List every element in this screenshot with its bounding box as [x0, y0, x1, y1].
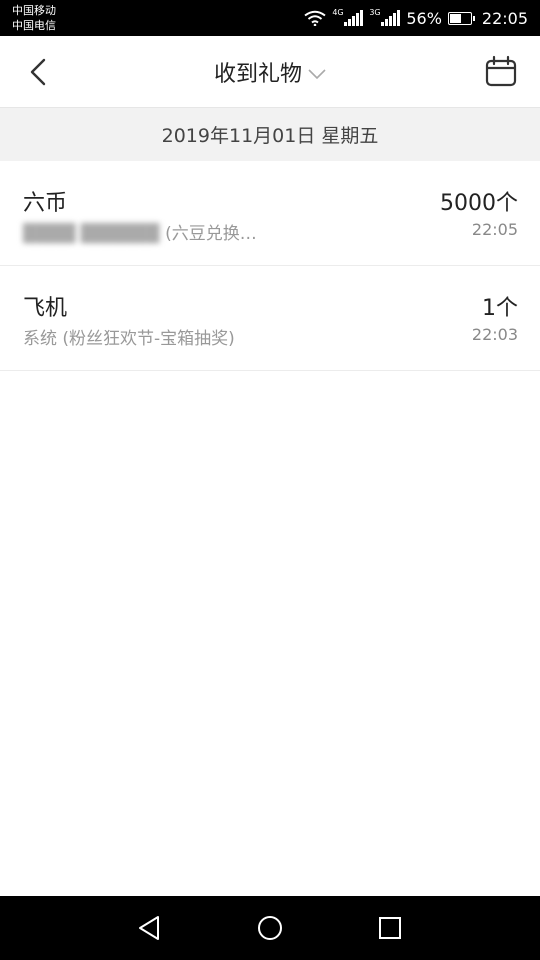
- signal-icon: 3G: [369, 8, 401, 26]
- chevron-down-icon: [308, 69, 326, 79]
- status-bar: 中国移动 中国电信 4G 3G 56% 22:05: [0, 0, 540, 36]
- gift-count: 1个: [482, 296, 518, 321]
- list-item[interactable]: 飞机 1个 系统 (粉丝狂欢节-宝箱抽奖) 22:03: [0, 266, 540, 371]
- page-title: 收到礼物: [213, 62, 302, 87]
- header: 收到礼物: [0, 36, 540, 108]
- wifi-icon: [304, 10, 326, 26]
- nav-recent-icon[interactable]: [374, 912, 406, 944]
- gift-list: 六币 5000个 ████ ██████ (六豆兑换… 22:05 飞机 1个 系…: [0, 161, 540, 371]
- sim2-network-label: 3G: [369, 8, 381, 17]
- date-header: 2019年11月01日 星期五: [0, 108, 540, 161]
- sim1-network-label: 4G: [332, 8, 344, 17]
- gift-source: ████ ██████ (六豆兑换…: [23, 219, 257, 244]
- status-time: 22:05: [481, 8, 528, 28]
- battery-icon: [447, 11, 475, 25]
- gift-count: 5000个: [440, 191, 518, 216]
- battery-percent: 56%: [406, 8, 442, 28]
- gift-source-text: (六豆兑换…: [165, 224, 257, 244]
- gift-time: 22:03: [471, 325, 518, 344]
- system-nav-bar: [0, 896, 540, 960]
- calendar-icon[interactable]: [484, 55, 518, 89]
- carrier-labels: 中国移动 中国电信: [12, 3, 56, 33]
- signal-icon: 4G: [332, 8, 364, 26]
- gift-time: 22:05: [471, 220, 518, 239]
- gift-name: 六币: [23, 191, 68, 216]
- gift-name: 飞机: [23, 296, 68, 321]
- blurred-sender: ████ ██████: [23, 224, 160, 244]
- list-item[interactable]: 六币 5000个 ████ ██████ (六豆兑换… 22:05: [0, 161, 540, 266]
- gift-source: 系统 (粉丝狂欢节-宝箱抽奖): [23, 329, 235, 349]
- title-dropdown[interactable]: 收到礼物: [0, 36, 540, 108]
- carrier-2: 中国电信: [12, 19, 56, 32]
- nav-home-icon[interactable]: [254, 912, 286, 944]
- carrier-1: 中国移动: [12, 4, 56, 17]
- nav-back-icon[interactable]: [134, 912, 166, 944]
- status-indicators: 4G 3G 56% 22:05: [304, 0, 528, 36]
